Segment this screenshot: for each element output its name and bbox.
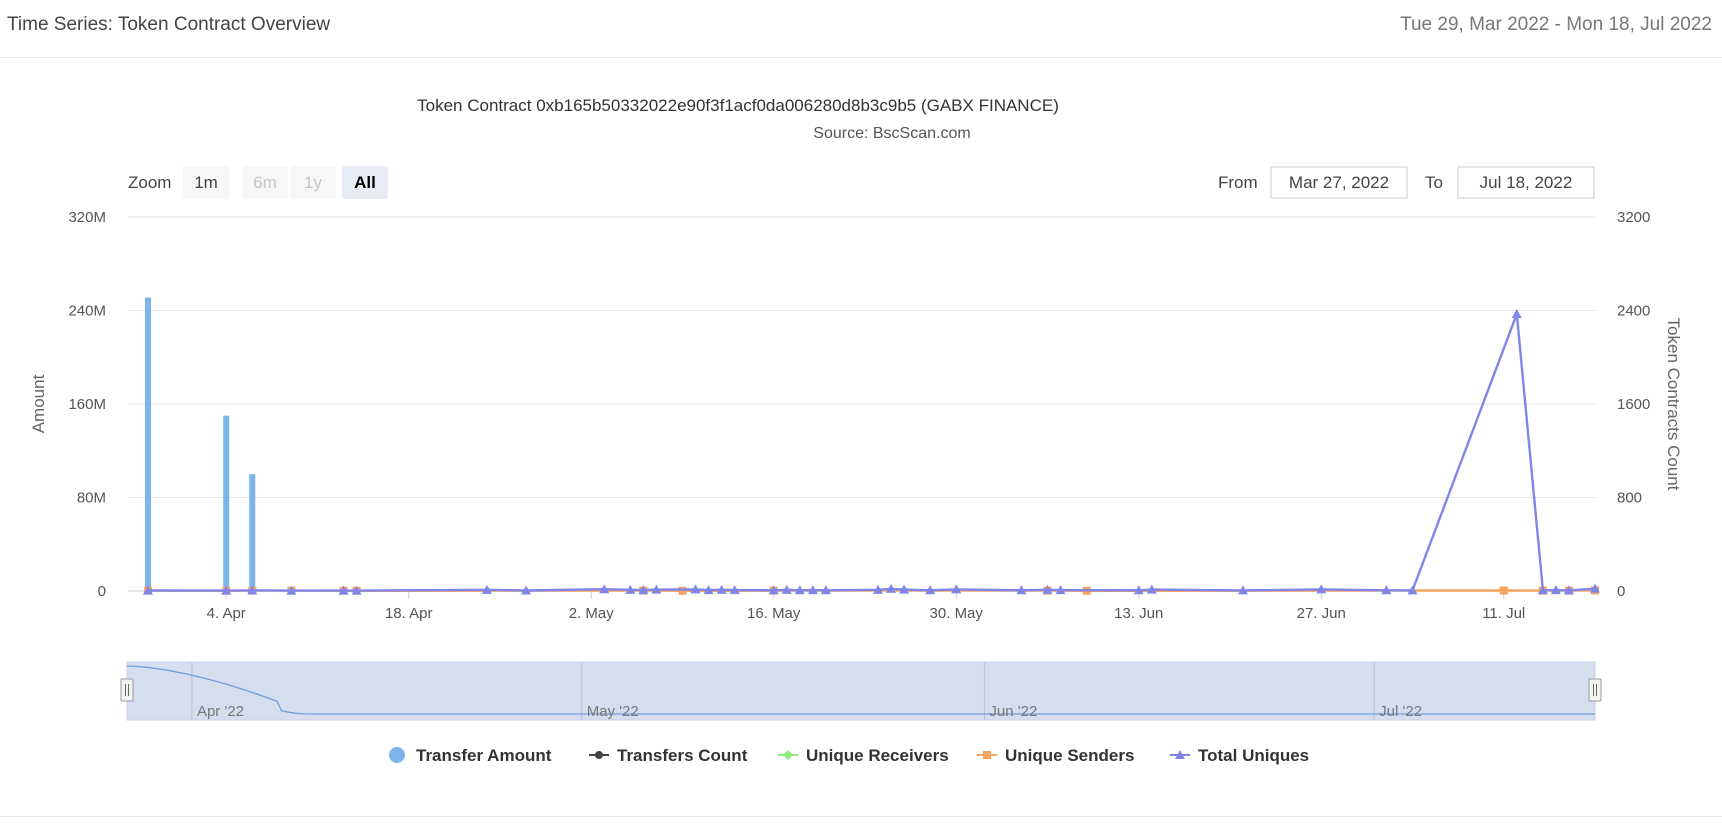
legend-label: Unique Receivers xyxy=(806,746,949,765)
legend-symbol-square xyxy=(983,751,991,759)
zoom-6m-button[interactable]: 6m xyxy=(242,166,288,199)
legend-label: Transfers Count xyxy=(617,746,748,765)
chart-title: Token Contract 0xb165b50332022e90f3f1acf… xyxy=(417,96,1059,115)
x-tick-label: 13. Jun xyxy=(1114,605,1163,622)
y-right-tick-label: 2400 xyxy=(1617,303,1650,320)
y-right-tick-label: 0 xyxy=(1617,583,1625,600)
y-right-tick-label: 800 xyxy=(1617,490,1642,507)
legend-item-total-uniques[interactable]: Total Uniques xyxy=(1170,746,1309,765)
from-date-input[interactable]: Mar 27, 2022 xyxy=(1270,166,1408,199)
to-label: To xyxy=(1425,173,1443,192)
navigator[interactable]: Apr '22 May '22 Jun '22 Jul '22 xyxy=(120,661,1602,721)
navigator-month-label: Jul '22 xyxy=(1379,703,1422,720)
y-right-tick-label: 3200 xyxy=(1617,209,1650,226)
zoom-6m-label: 6m xyxy=(253,173,277,192)
x-tick-label: 2. May xyxy=(569,605,615,622)
to-date-value: Jul 18, 2022 xyxy=(1480,173,1573,192)
x-tick-label: 30. May xyxy=(930,605,984,622)
transfer-amount-bar xyxy=(249,474,256,591)
legend-item-unique-senders[interactable]: Unique Senders xyxy=(977,746,1134,765)
legend-label: Unique Senders xyxy=(1005,746,1134,765)
y-left-tick-label: 320M xyxy=(68,209,106,226)
zoom-1m-label: 1m xyxy=(194,173,218,192)
zoom-all-label: All xyxy=(354,173,376,192)
to-date-input[interactable]: Jul 18, 2022 xyxy=(1457,166,1595,199)
navigator-mask xyxy=(126,661,1596,721)
x-tick-label: 18. Apr xyxy=(385,605,433,622)
chart-subtitle: Source: BscScan.com xyxy=(813,125,970,142)
y-axis-right-title: Token Contracts Count xyxy=(1664,318,1683,491)
navigator-right-handle[interactable] xyxy=(1588,678,1602,702)
y-left-tick-label: 0 xyxy=(98,583,106,600)
y-left-tick-label: 80M xyxy=(77,490,106,507)
unique-senders-marker xyxy=(678,586,687,595)
legend-symbol-circle xyxy=(389,747,405,763)
x-tick-label: 4. Apr xyxy=(207,605,246,622)
total-uniques-line xyxy=(147,312,1596,592)
legend-item-transfer-amount[interactable]: Transfer Amount xyxy=(389,746,552,765)
legend-item-unique-receivers[interactable]: Unique Receivers xyxy=(778,746,949,765)
transfer-amount-bar xyxy=(145,297,151,591)
legend-label: Transfer Amount xyxy=(416,746,552,765)
grid-lines xyxy=(128,216,1595,592)
zoom-all-button[interactable]: All xyxy=(342,166,388,199)
legend-label: Total Uniques xyxy=(1198,746,1309,765)
legend-symbol-diamond xyxy=(783,750,793,760)
legend: Transfer Amount Transfers Count Unique Rec… xyxy=(389,746,1309,765)
zoom-1m-button[interactable]: 1m xyxy=(183,166,229,199)
chart-svg: Token Contract 0xb165b50332022e90f3f1acf… xyxy=(29,96,1683,765)
x-tick-label: 27. Jun xyxy=(1297,605,1346,622)
x-axis-ticks: 4. Apr 18. Apr 2. May 16. May 30. May 13. Jun… xyxy=(207,591,1525,622)
x-tick-label: 16. May xyxy=(747,605,801,622)
y-axis-left-title: Amount xyxy=(29,374,48,433)
navigator-month-label: May '22 xyxy=(587,703,639,720)
from-label: From xyxy=(1218,173,1258,192)
x-tick-label: 11. Jul xyxy=(1482,605,1525,622)
y-right-tick-label: 1600 xyxy=(1617,396,1650,413)
navigator-month-label: Apr '22 xyxy=(197,703,244,720)
from-date-value: Mar 27, 2022 xyxy=(1289,173,1389,192)
legend-item-transfers-count[interactable]: Transfers Count xyxy=(589,746,748,765)
y-left-tick-label: 160M xyxy=(68,396,106,413)
legend-symbol-dot xyxy=(595,751,603,759)
y-axis-right-ticks: 0 800 1600 2400 3200 xyxy=(1617,209,1650,600)
y-left-tick-label: 240M xyxy=(68,303,106,320)
series-layer xyxy=(143,297,1600,595)
zoom-label: Zoom xyxy=(128,173,171,192)
zoom-1y-label: 1y xyxy=(304,173,322,192)
transfer-amount-bar xyxy=(223,415,230,591)
zoom-1y-button[interactable]: 1y xyxy=(290,166,336,199)
navigator-left-handle[interactable] xyxy=(120,678,134,702)
unique-senders-marker xyxy=(1499,586,1508,595)
navigator-month-label: Jun '22 xyxy=(989,703,1037,720)
y-axis-left-ticks: 0 80M 160M 240M 320M xyxy=(68,209,106,600)
